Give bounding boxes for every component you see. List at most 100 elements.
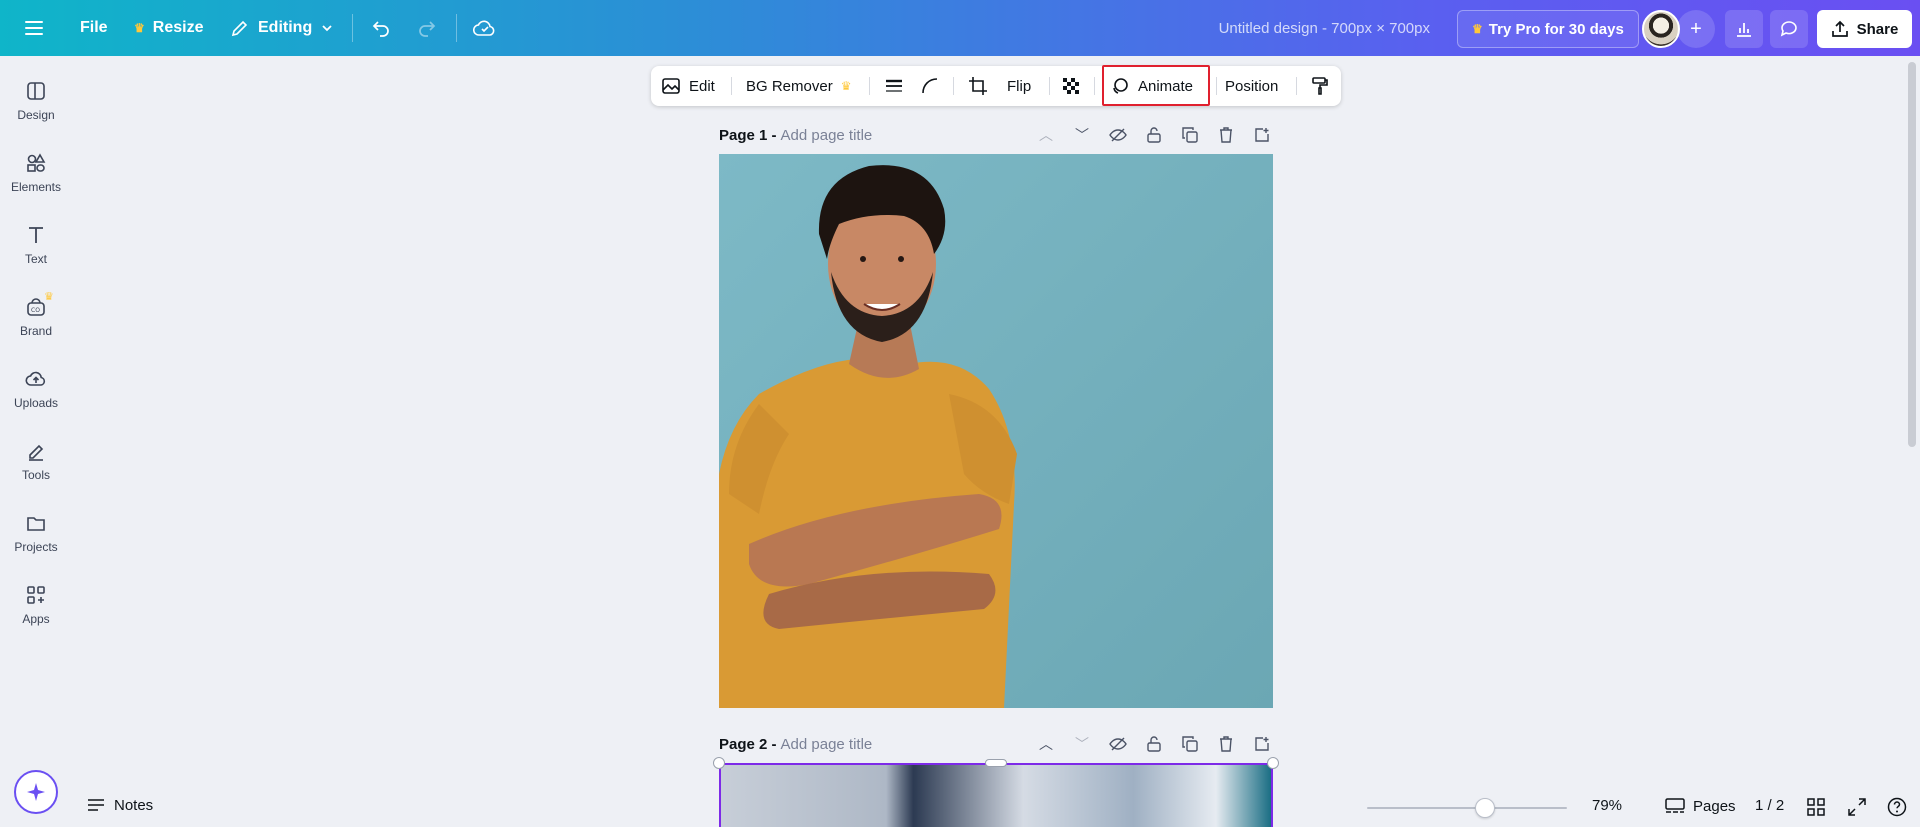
page-2-header: Page 2 - Add page title ︿ ﹀: [719, 732, 1273, 756]
undo-button[interactable]: [370, 0, 392, 56]
image-edit-icon: [662, 78, 680, 94]
copy-style-button[interactable]: [1310, 66, 1330, 106]
edit-image-button[interactable]: Edit: [661, 66, 715, 106]
chevron-up-icon[interactable]: ︿: [1035, 124, 1057, 146]
rail-item-tools[interactable]: Tools: [0, 440, 72, 504]
bg-remover-button[interactable]: BG Remover ♛: [746, 66, 851, 106]
corner-rounding-button[interactable]: [920, 66, 940, 106]
rail-item-design[interactable]: Design: [0, 80, 72, 144]
vertical-scrollbar[interactable]: [1908, 62, 1916, 447]
file-menu[interactable]: File: [80, 0, 108, 56]
hamburger-icon: [25, 21, 43, 35]
zoom-level[interactable]: 79%: [1592, 797, 1622, 814]
flip-button[interactable]: Flip: [1007, 66, 1031, 106]
add-page-icon[interactable]: [1251, 733, 1273, 755]
share-button[interactable]: Share: [1817, 10, 1912, 48]
lock-icon[interactable]: [1143, 124, 1165, 146]
chevron-down-icon[interactable]: ﹀: [1071, 733, 1093, 755]
grid-view-button[interactable]: [1805, 796, 1827, 818]
rail-item-text[interactable]: Text: [0, 224, 72, 288]
divider: [1216, 77, 1217, 95]
resize-handle[interactable]: [1267, 757, 1279, 769]
resize-handle[interactable]: [985, 759, 1007, 767]
page-actions: ︿ ﹀: [1035, 123, 1273, 147]
avatar[interactable]: [1642, 10, 1680, 48]
insights-button[interactable]: [1725, 10, 1763, 48]
trash-icon[interactable]: [1215, 733, 1237, 755]
text-icon: [29, 227, 43, 243]
resize-button[interactable]: ♛ Resize: [134, 0, 203, 56]
resize-handle[interactable]: [713, 757, 725, 769]
editing-mode-dropdown[interactable]: Editing: [230, 0, 334, 56]
crown-icon: ♛: [840, 79, 852, 93]
try-pro-button[interactable]: ♛ Try Pro for 30 days: [1457, 10, 1639, 48]
add-page-icon[interactable]: [1251, 124, 1273, 146]
divider: [869, 77, 870, 95]
border-style-button[interactable]: [884, 66, 904, 106]
trash-icon[interactable]: [1215, 124, 1237, 146]
pencil-icon: [231, 20, 248, 37]
pages-button[interactable]: Pages: [1665, 797, 1736, 815]
rail-item-brand[interactable]: ♛ CO Brand: [0, 291, 72, 360]
crown-icon: ♛: [44, 291, 54, 303]
chevron-up-icon[interactable]: ︿: [1035, 733, 1057, 755]
zoom-slider[interactable]: [1367, 807, 1567, 809]
svg-text:CO: CO: [31, 307, 40, 314]
expand-icon: [1848, 798, 1866, 816]
magic-assistant-button[interactable]: [14, 770, 58, 814]
position-button[interactable]: Position: [1225, 66, 1278, 106]
lock-icon[interactable]: [1143, 733, 1165, 755]
sparkle-icon: [27, 783, 45, 801]
upload-icon: [1831, 20, 1848, 37]
design-title[interactable]: Untitled design - 700px × 700px: [1219, 0, 1430, 56]
help-icon: [1887, 797, 1907, 817]
help-button[interactable]: [1886, 796, 1908, 818]
duplicate-icon[interactable]: [1179, 124, 1201, 146]
chevron-down-icon[interactable]: ﹀: [1071, 124, 1093, 146]
page-title-input[interactable]: Add page title: [781, 736, 873, 753]
top-bar: File ♛ Resize Editing Untitled design - …: [0, 0, 1920, 56]
rail-item-projects[interactable]: Projects: [0, 512, 72, 576]
page-title-input[interactable]: Add page title: [781, 127, 873, 144]
rail-item-uploads[interactable]: Uploads: [0, 368, 72, 432]
notes-button[interactable]: Notes: [86, 796, 153, 814]
save-status-button[interactable]: [473, 0, 497, 56]
transparency-button[interactable]: [1061, 66, 1081, 106]
hide-eye-icon[interactable]: [1107, 733, 1129, 755]
zoom-slider-thumb[interactable]: [1475, 798, 1495, 818]
page-2-canvas[interactable]: [719, 763, 1273, 827]
menu-button[interactable]: [24, 0, 44, 56]
hide-eye-icon[interactable]: [1107, 124, 1129, 146]
divider: [953, 77, 954, 95]
divider: [731, 77, 732, 95]
apps-icon: [27, 586, 45, 604]
bar-chart-icon: [1737, 23, 1751, 37]
left-rail: Design Elements Text ♛ CO Brand Uploads …: [0, 56, 72, 827]
redo-button[interactable]: [416, 0, 438, 56]
border-style-icon: [886, 79, 902, 92]
fullscreen-button[interactable]: [1846, 796, 1868, 818]
undo-icon: [372, 21, 389, 37]
invite-button[interactable]: +: [1677, 10, 1715, 48]
cloud-check-icon: [473, 20, 495, 36]
rail-item-elements[interactable]: Elements: [0, 152, 72, 216]
duplicate-icon[interactable]: [1179, 733, 1201, 755]
pen-icon: [29, 444, 44, 461]
comments-button[interactable]: [1770, 10, 1808, 48]
portrait-photo[interactable]: [719, 154, 1273, 708]
folder-icon: [27, 517, 45, 531]
page-1-canvas[interactable]: [719, 154, 1273, 708]
divider: [352, 14, 353, 42]
corner-radius-icon: [922, 78, 938, 94]
chevron-down-icon: [322, 25, 332, 32]
grid-icon: [1807, 798, 1825, 816]
page-counter[interactable]: 1 / 2: [1755, 797, 1784, 814]
crop-icon: [969, 77, 987, 95]
crop-button[interactable]: [968, 66, 988, 106]
plus-icon: +: [1690, 17, 1702, 40]
rail-item-apps[interactable]: Apps: [0, 584, 72, 648]
context-toolbar: Edit BG Remover ♛ Flip Animate Position: [651, 66, 1341, 106]
checkerboard-icon: [1063, 78, 1079, 94]
crown-icon: ♛: [134, 21, 145, 35]
page-1-header: Page 1 - Add page title ︿ ﹀: [719, 123, 1273, 147]
